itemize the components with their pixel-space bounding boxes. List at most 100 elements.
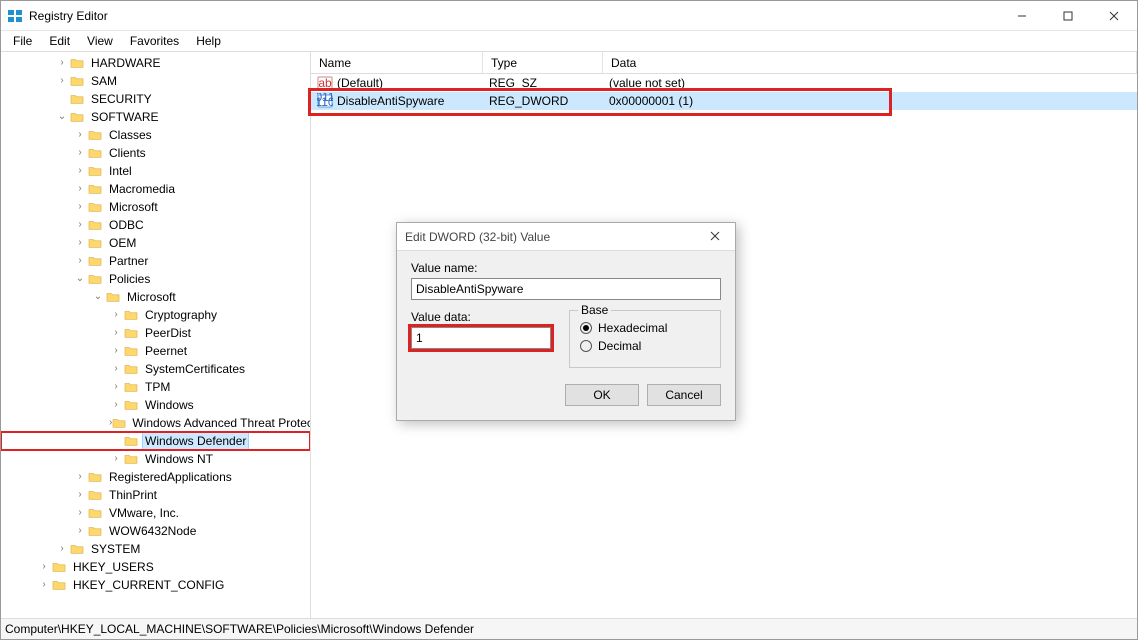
tree-node-label: PeerDist (143, 324, 193, 342)
tree-node[interactable]: ›Windows NT (1, 450, 310, 468)
collapse-icon[interactable]: ⌄ (73, 270, 87, 288)
menu-help[interactable]: Help (188, 32, 229, 50)
tree-node[interactable]: ⌄Microsoft (1, 288, 310, 306)
expand-icon[interactable]: › (73, 180, 87, 198)
value-row[interactable]: (Default)REG_SZ(value not set) (311, 74, 1137, 92)
col-name[interactable]: Name (311, 52, 483, 73)
tree-node[interactable]: ›HKEY_CURRENT_CONFIG (1, 576, 310, 594)
tree-node[interactable]: ›Macromedia (1, 180, 310, 198)
tree-node-label: ODBC (107, 216, 146, 234)
folder-icon (123, 398, 139, 412)
tree-node[interactable]: ⌄Policies (1, 270, 310, 288)
col-type[interactable]: Type (483, 52, 603, 73)
minimize-button[interactable] (999, 1, 1045, 30)
value-data-label: Value data: (411, 310, 551, 324)
tree-node[interactable]: ›TPM (1, 378, 310, 396)
expand-icon[interactable]: › (55, 540, 69, 558)
tree-node[interactable]: › Cryptography (1, 306, 310, 324)
tree-node[interactable]: ›Microsoft (1, 198, 310, 216)
collapse-icon[interactable]: ⌄ (55, 108, 69, 126)
menu-edit[interactable]: Edit (41, 32, 78, 50)
menu-file[interactable]: File (5, 32, 40, 50)
expand-icon[interactable]: › (109, 396, 123, 414)
value-row[interactable]: DisableAntiSpywareREG_DWORD0x00000001 (1… (311, 92, 1137, 110)
dialog-close-button[interactable] (703, 230, 727, 244)
tree-node-label: SYSTEM (89, 540, 142, 558)
folder-icon (69, 56, 85, 70)
tree-node[interactable]: › PeerDist (1, 324, 310, 342)
tree-node[interactable]: › ODBC (1, 216, 310, 234)
expand-icon[interactable]: › (109, 378, 123, 396)
expand-icon[interactable]: › (73, 162, 87, 180)
expand-icon[interactable]: › (73, 216, 87, 234)
expand-icon[interactable]: › (73, 198, 87, 216)
expand-icon[interactable]: › (109, 324, 123, 342)
value-name-label: Value name: (411, 261, 721, 275)
ok-button[interactable]: OK (565, 384, 639, 406)
radio-dec[interactable]: Decimal (580, 339, 710, 353)
tree-node-label: Intel (107, 162, 134, 180)
value-type: REG_DWORD (483, 94, 603, 108)
dialog-titlebar[interactable]: Edit DWORD (32-bit) Value (397, 223, 735, 251)
tree-node[interactable]: ›ThinPrint (1, 486, 310, 504)
tree-node[interactable]: ›RegisteredApplications (1, 468, 310, 486)
tree-node[interactable]: ›HKEY_USERS (1, 558, 310, 576)
expand-icon[interactable]: › (73, 522, 87, 540)
maximize-button[interactable] (1045, 1, 1091, 30)
tree-node[interactable]: ›Windows (1, 396, 310, 414)
tree-node-label: Peernet (143, 342, 189, 360)
registry-editor-window: Registry Editor File Edit View Favorites… (0, 0, 1138, 640)
folder-icon (69, 110, 85, 124)
base-group: Base Hexadecimal Decimal (569, 310, 721, 368)
tree-node[interactable]: ›Windows Advanced Threat Protection (1, 414, 310, 432)
value-name-input[interactable] (411, 278, 721, 300)
tree-scroll[interactable]: ›HARDWARE›SAMSECURITY⌄SOFTWARE›Classes›C… (1, 52, 310, 618)
menu-favorites[interactable]: Favorites (122, 32, 187, 50)
collapse-icon[interactable]: ⌄ (91, 288, 105, 306)
expand-icon[interactable]: › (109, 306, 123, 324)
tree-node[interactable]: › SAM (1, 72, 310, 90)
expand-icon[interactable]: › (73, 126, 87, 144)
tree-node[interactable]: ⌄SOFTWARE (1, 108, 310, 126)
expand-icon[interactable]: › (73, 252, 87, 270)
expand-icon[interactable]: › (55, 54, 69, 72)
expand-icon[interactable]: › (109, 450, 123, 468)
tree-node[interactable]: › SYSTEM (1, 540, 310, 558)
folder-icon (87, 254, 103, 268)
tree-node-label: Cryptography (143, 306, 219, 324)
close-button[interactable] (1091, 1, 1137, 30)
expand-icon[interactable]: › (37, 558, 51, 576)
expand-icon[interactable]: › (55, 72, 69, 90)
tree-node-label: SECURITY (89, 90, 154, 108)
expand-icon[interactable]: › (109, 360, 123, 378)
tree-node[interactable]: ›SystemCertificates (1, 360, 310, 378)
tree-node[interactable]: › OEM (1, 234, 310, 252)
value-name: DisableAntiSpyware (337, 94, 444, 108)
expand-icon[interactable]: › (73, 144, 87, 162)
tree-node[interactable]: ›Partner (1, 252, 310, 270)
tree-node[interactable]: Windows Defender (1, 432, 310, 450)
value-data-input[interactable] (411, 327, 551, 349)
expand-icon[interactable]: › (73, 234, 87, 252)
tree-node[interactable]: ›HARDWARE (1, 54, 310, 72)
tree-node[interactable]: › Peernet (1, 342, 310, 360)
radio-hex[interactable]: Hexadecimal (580, 321, 710, 335)
tree-node[interactable]: ›Classes (1, 126, 310, 144)
tree-node[interactable]: › Intel (1, 162, 310, 180)
tree-node-label: SAM (89, 72, 119, 90)
expand-icon[interactable]: › (73, 468, 87, 486)
folder-icon (123, 308, 139, 322)
expand-icon[interactable]: › (109, 342, 123, 360)
tree-node[interactable]: SECURITY (1, 90, 310, 108)
tree-node[interactable]: ›Clients (1, 144, 310, 162)
tree-node-label: OEM (107, 234, 138, 252)
expand-icon[interactable]: › (37, 576, 51, 594)
cancel-button[interactable]: Cancel (647, 384, 721, 406)
tree-node[interactable]: ›WOW6432Node (1, 522, 310, 540)
folder-icon (123, 326, 139, 340)
expand-icon[interactable]: › (73, 486, 87, 504)
tree-node[interactable]: ›VMware, Inc. (1, 504, 310, 522)
expand-icon[interactable]: › (73, 504, 87, 522)
col-data[interactable]: Data (603, 52, 1137, 73)
menu-view[interactable]: View (79, 32, 121, 50)
